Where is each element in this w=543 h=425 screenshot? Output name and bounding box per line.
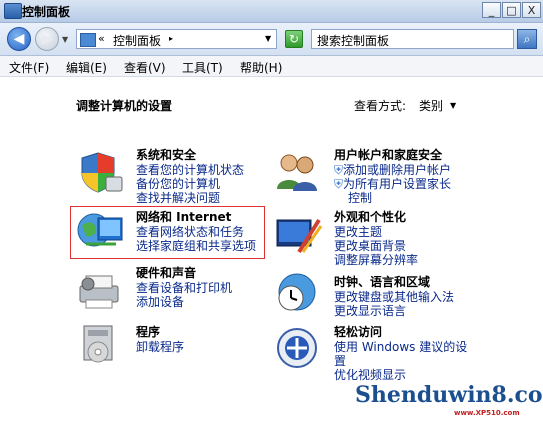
search-placeholder: 搜索控制面板 — [317, 34, 390, 48]
users-icon[interactable] — [273, 149, 323, 195]
link-homegroup[interactable]: 选择家庭组和共享选项 — [136, 239, 256, 253]
forward-button[interactable]: ▶ — [35, 27, 59, 51]
ease-of-access-title[interactable]: 轻松访问 — [334, 323, 467, 340]
view-by-select[interactable]: 类别 — [419, 97, 443, 114]
link-computer-status[interactable]: 查看您的计算机状态 — [136, 163, 244, 177]
chevron-down-icon[interactable]: ▸ — [169, 34, 173, 43]
link-troubleshoot[interactable]: 查找并解决问题 — [136, 191, 244, 205]
category-appearance: 外观和个性化 更改主题 更改桌面背景 调整屏幕分辨率 — [334, 208, 418, 267]
link-add-remove-users[interactable]: ⛨添加或删除用户帐户 — [334, 163, 451, 177]
link-keyboard-input[interactable]: 更改键盘或其他输入法 — [334, 290, 454, 304]
category-network: 网络和 Internet 查看网络状态和任务 选择家庭组和共享选项 — [136, 208, 256, 253]
category-hardware: 硬件和声音 查看设备和打印机 添加设备 — [136, 264, 232, 309]
close-button[interactable]: X — [522, 2, 541, 18]
title-bar: 控制面板 _ □ X — [0, 0, 543, 23]
category-ease-of-access: 轻松访问 使用 Windows 建议的设 置 优化视频显示 — [334, 323, 467, 382]
address-bar[interactable]: « 控制面板 ▸ ▼ — [76, 29, 277, 49]
shield-icon: ⛨ — [334, 163, 344, 177]
menu-help[interactable]: 帮助(H) — [240, 59, 282, 76]
link-screen-resolution[interactable]: 调整屏幕分辨率 — [334, 253, 418, 267]
link-devices-printers[interactable]: 查看设备和打印机 — [136, 281, 232, 295]
view-by-label: 查看方式: — [354, 99, 407, 113]
control-panel-icon — [4, 3, 22, 19]
window-title: 控制面板 — [22, 5, 71, 19]
back-button[interactable]: ◀ — [7, 27, 31, 51]
link-parental-controls-cont[interactable]: 控制 — [334, 191, 451, 205]
address-dropdown-icon[interactable]: ▼ — [265, 34, 271, 43]
menu-tools[interactable]: 工具(T) — [182, 59, 223, 76]
link-add-device[interactable]: 添加设备 — [136, 295, 232, 309]
shield-icon[interactable] — [76, 149, 126, 195]
category-programs: 程序 卸载程序 — [136, 323, 184, 354]
category-clock-region: 时钟、语言和区域 更改键盘或其他输入法 更改显示语言 — [334, 273, 454, 318]
menu-edit[interactable]: 编辑(E) — [66, 59, 107, 76]
shield-icon: ⛨ — [334, 177, 344, 191]
link-backup[interactable]: 备份您的计算机 — [136, 177, 244, 191]
link-desktop-background[interactable]: 更改桌面背景 — [334, 239, 418, 253]
network-title[interactable]: 网络和 Internet — [136, 208, 256, 225]
address-text[interactable]: 控制面板 — [113, 32, 161, 49]
programs-title[interactable]: 程序 — [136, 323, 184, 340]
watermark-logo: Shenduwin8.com — [355, 382, 543, 408]
menu-view[interactable]: 查看(V) — [124, 59, 166, 76]
control-panel-icon — [80, 33, 96, 47]
minimize-button[interactable]: _ — [482, 2, 501, 18]
category-users: 用户帐户和家庭安全 ⛨添加或删除用户帐户 ⛨为所有用户设置家长 控制 — [334, 146, 451, 205]
navigation-bar: ◀ ▶ ▼ « 控制面板 ▸ ▼ ↻ 搜索控制面板 ⌕ — [0, 23, 543, 56]
printer-icon[interactable] — [76, 266, 126, 312]
menu-file[interactable]: 文件(F) — [9, 59, 49, 76]
hardware-title[interactable]: 硬件和声音 — [136, 264, 232, 281]
search-icon[interactable]: ⌕ — [517, 29, 537, 49]
link-parental-controls[interactable]: ⛨为所有用户设置家长 — [334, 177, 451, 191]
link-optimize-display[interactable]: 优化视频显示 — [334, 368, 467, 382]
menu-bar: 文件(F) 编辑(E) 查看(V) 工具(T) 帮助(H) — [0, 56, 543, 77]
programs-icon[interactable] — [76, 322, 126, 368]
watermark-sub: www.XP510.com — [454, 409, 520, 417]
search-input[interactable]: 搜索控制面板 — [311, 29, 514, 49]
link-windows-suggest-cont[interactable]: 置 — [334, 354, 467, 368]
link-network-status[interactable]: 查看网络状态和任务 — [136, 225, 256, 239]
system-security-title[interactable]: 系统和安全 — [136, 146, 244, 163]
clock-region-title[interactable]: 时钟、语言和区域 — [334, 273, 454, 290]
ease-of-access-icon[interactable] — [273, 326, 323, 372]
address-separator[interactable]: « — [98, 32, 105, 45]
clock-globe-icon[interactable] — [273, 270, 323, 316]
page-title: 调整计算机的设置 — [76, 99, 173, 113]
history-dropdown-icon[interactable]: ▼ — [62, 35, 68, 44]
users-title[interactable]: 用户帐户和家庭安全 — [334, 146, 451, 163]
appearance-title[interactable]: 外观和个性化 — [334, 208, 418, 225]
chevron-down-icon[interactable]: ▼ — [450, 101, 456, 110]
maximize-button[interactable]: □ — [502, 2, 521, 18]
link-change-theme[interactable]: 更改主题 — [334, 225, 418, 239]
refresh-button[interactable]: ↻ — [285, 30, 303, 48]
category-system-security: 系统和安全 查看您的计算机状态 备份您的计算机 查找并解决问题 — [136, 146, 244, 205]
appearance-icon[interactable] — [273, 212, 323, 258]
link-windows-suggest[interactable]: 使用 Windows 建议的设 — [334, 340, 467, 354]
link-display-language[interactable]: 更改显示语言 — [334, 304, 454, 318]
link-uninstall[interactable]: 卸载程序 — [136, 340, 184, 354]
